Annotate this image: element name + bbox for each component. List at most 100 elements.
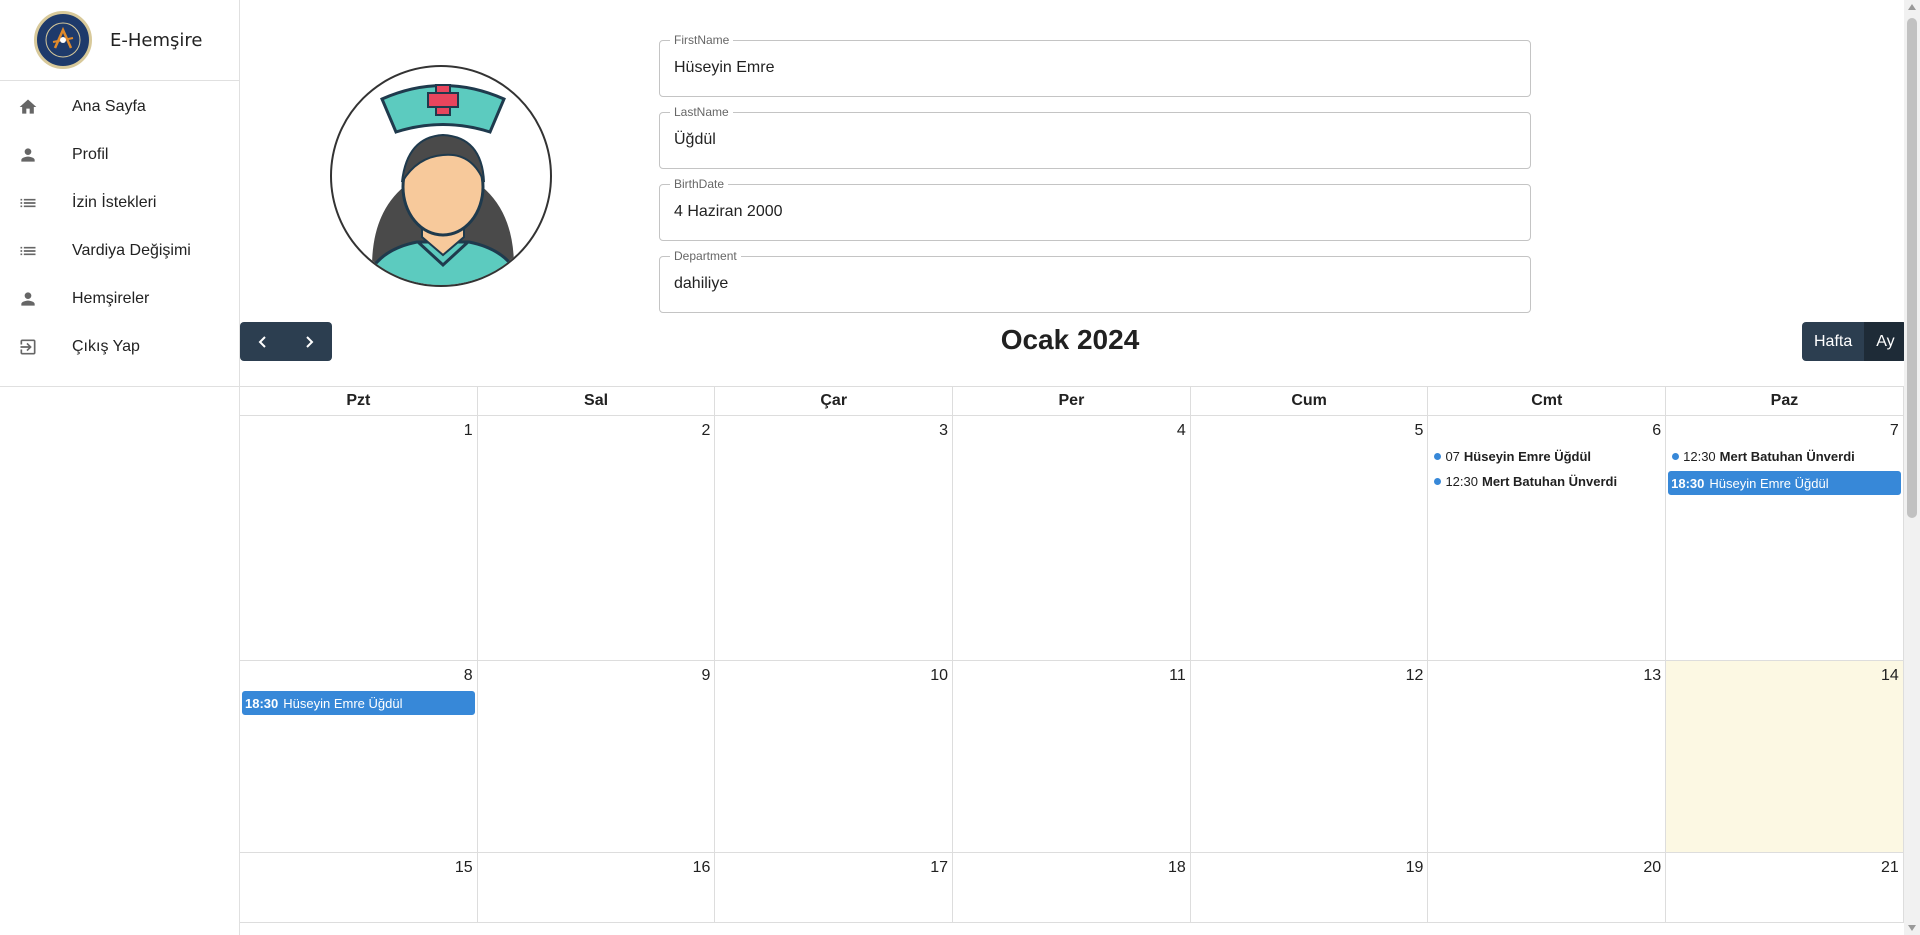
field-label: FirstName — [670, 33, 734, 47]
day-number[interactable]: 1 — [240, 416, 477, 444]
event-dot-icon — [1434, 478, 1442, 485]
sidebar-item-label: Ana Sayfa — [72, 98, 146, 115]
scroll-up-icon[interactable] — [1908, 4, 1916, 10]
calendar-event[interactable]: 12:30 Mert Batuhan Ünverdi — [1666, 444, 1903, 469]
sidebar-item-cikis-yap[interactable]: Çıkış Yap — [0, 323, 239, 371]
event-title: Mert Batuhan Ünverdi — [1719, 449, 1855, 464]
scroll-thumb[interactable] — [1907, 18, 1917, 518]
first-name-field[interactable]: FirstName Hüseyin Emre — [659, 33, 1531, 97]
list-icon — [16, 239, 40, 263]
field-value: Hüseyin Emre — [674, 59, 775, 76]
sidebar-item-label: Çıkış Yap — [72, 338, 140, 355]
sidebar-item-hemsireler[interactable]: Hemşireler — [0, 275, 239, 323]
day-number[interactable]: 12 — [1191, 661, 1428, 689]
calendar-event[interactable]: 07 Hüseyin Emre Üğdül — [1428, 444, 1665, 469]
calendar-day-cell[interactable]: 12 — [1191, 661, 1429, 852]
university-logo-icon — [34, 11, 92, 69]
calendar-day-cell[interactable]: 15 — [240, 853, 478, 922]
calendar-day-cell[interactable]: 3 — [715, 416, 954, 660]
day-header: Pzt — [240, 387, 478, 415]
sidebar-item-izin-istekleri[interactable]: İzin İstekleri — [0, 179, 239, 227]
day-header: Cum — [1191, 387, 1429, 415]
home-icon — [16, 95, 40, 119]
calendar-day-cell[interactable]: 7 12:30 Mert Batuhan Ünverdi 18:30 Hüseyin E… — [1666, 416, 1904, 660]
day-number[interactable]: 9 — [478, 661, 715, 689]
day-number[interactable]: 13 — [1428, 661, 1665, 689]
day-number[interactable]: 4 — [953, 416, 1190, 444]
department-field[interactable]: Department dahiliye — [659, 249, 1531, 313]
field-label: LastName — [670, 105, 733, 119]
event-title: Hüseyin Emre Üğdül — [1463, 449, 1592, 464]
day-number[interactable]: 19 — [1191, 853, 1428, 881]
day-number[interactable]: 2 — [478, 416, 715, 444]
event-time: 12:30 — [1683, 449, 1716, 464]
sidebar-item-label: İzin İstekleri — [72, 194, 157, 211]
day-number[interactable]: 11 — [953, 661, 1190, 689]
calendar-day-cell[interactable]: 6 07 Hüseyin Emre Üğdül 12:30 Mert Batuhan Ü… — [1428, 416, 1667, 660]
calendar-day-cell[interactable]: 18 — [953, 853, 1191, 922]
sidebar-item-label: Vardiya Değişimi — [72, 242, 191, 259]
calendar-day-cell[interactable]: 20 — [1428, 853, 1667, 922]
day-number[interactable]: 16 — [478, 853, 715, 881]
field-label: Department — [670, 249, 741, 263]
calendar-day-cell[interactable]: 4 — [953, 416, 1191, 660]
calendar-day-cell[interactable]: 17 — [715, 853, 954, 922]
day-number[interactable]: 8 — [240, 661, 477, 689]
calendar-week-row: 1 2 3 4 5 6 07 Hüseyin Emre Üğdül 12:30 Mert Batu… — [240, 416, 1904, 661]
day-number[interactable]: 3 — [715, 416, 952, 444]
day-number[interactable]: 5 — [1191, 416, 1428, 444]
calendar-day-cell[interactable]: 14 — [1666, 661, 1904, 852]
day-number[interactable]: 21 — [1666, 853, 1903, 881]
day-number[interactable]: 20 — [1428, 853, 1665, 881]
event-time: 18:30 — [1671, 475, 1705, 491]
day-number[interactable]: 7 — [1666, 416, 1903, 444]
person-icon — [16, 143, 40, 167]
day-number[interactable]: 14 — [1666, 661, 1903, 689]
calendar-day-cell[interactable]: 21 — [1666, 853, 1904, 922]
day-header: Sal — [478, 387, 716, 415]
scroll-down-icon[interactable] — [1908, 925, 1916, 931]
sidebar-nav: Ana Sayfa Profil İzin İstekleri Vardiya … — [0, 81, 239, 387]
day-header-row: Pzt Sal Çar Per Cum Cmt Paz — [240, 386, 1904, 416]
day-number[interactable]: 18 — [953, 853, 1190, 881]
day-number[interactable]: 6 — [1428, 416, 1665, 444]
field-value: dahiliye — [674, 275, 729, 292]
calendar-day-cell[interactable]: 16 — [478, 853, 716, 922]
sidebar-item-profil[interactable]: Profil — [0, 131, 239, 179]
logout-icon — [16, 335, 40, 359]
month-view-button[interactable]: Ay — [1864, 322, 1907, 361]
event-time: 18:30 — [245, 695, 279, 711]
day-header: Per — [953, 387, 1191, 415]
sidebar-item-ana-sayfa[interactable]: Ana Sayfa — [0, 83, 239, 131]
day-header: Çar — [715, 387, 954, 415]
day-number[interactable]: 15 — [240, 853, 477, 881]
event-title: Hüseyin Emre Üğdül — [283, 695, 403, 711]
calendar-day-cell[interactable]: 8 18:30 Hüseyin Emre Üğdül — [240, 661, 478, 852]
calendar-day-cell[interactable]: 11 — [953, 661, 1191, 852]
calendar-event[interactable]: 12:30 Mert Batuhan Ünverdi — [1428, 469, 1665, 494]
day-header: Cmt — [1428, 387, 1667, 415]
day-header: Paz — [1666, 387, 1904, 415]
day-number[interactable]: 10 — [715, 661, 952, 689]
calendar-day-cell[interactable]: 5 — [1191, 416, 1429, 660]
calendar-day-cell[interactable]: 19 — [1191, 853, 1429, 922]
main-content: FirstName Hüseyin Emre LastName Üğdül Bi… — [240, 0, 1907, 935]
page-scrollbar[interactable] — [1904, 0, 1920, 935]
event-dot-icon — [1434, 453, 1442, 460]
sidebar-item-vardiya-degisimi[interactable]: Vardiya Değişimi — [0, 227, 239, 275]
calendar-day-cell[interactable]: 10 — [715, 661, 954, 852]
calendar-event[interactable]: 18:30 Hüseyin Emre Üğdül — [1668, 471, 1901, 495]
calendar-day-cell[interactable]: 1 — [240, 416, 478, 660]
calendar-event[interactable]: 18:30 Hüseyin Emre Üğdül — [242, 691, 475, 715]
week-view-button[interactable]: Hafta — [1802, 322, 1865, 361]
nurse-avatar-icon — [330, 65, 552, 287]
last-name-field[interactable]: LastName Üğdül — [659, 105, 1531, 169]
calendar-day-cell[interactable]: 13 — [1428, 661, 1667, 852]
event-title: Hüseyin Emre Üğdül — [1709, 475, 1829, 491]
list-icon — [16, 191, 40, 215]
calendar-day-cell[interactable]: 9 — [478, 661, 716, 852]
calendar-day-cell[interactable]: 2 — [478, 416, 716, 660]
day-number[interactable]: 17 — [715, 853, 952, 881]
birth-date-field[interactable]: BirthDate 4 Haziran 2000 — [659, 177, 1531, 241]
person-icon — [16, 287, 40, 311]
